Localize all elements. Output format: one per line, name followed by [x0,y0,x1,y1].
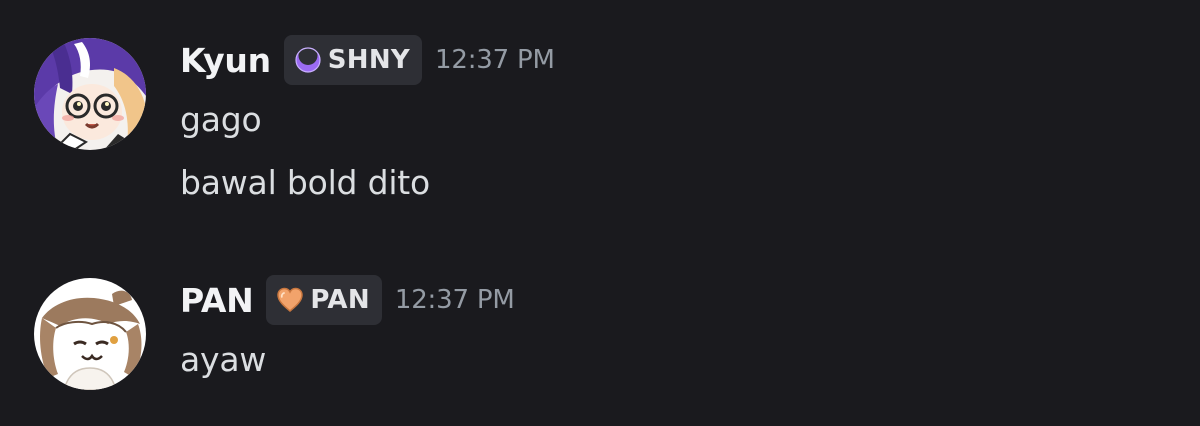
message-pan: PAN PAN 12:37 PM ayaw [0,240,1200,426]
avatar[interactable] [34,278,146,390]
server-tag[interactable]: SHNY [283,35,423,85]
message-header: PAN PAN 12:37 PM [180,274,515,326]
timestamp[interactable]: 12:37 PM [395,285,515,315]
message-text: ayaw [180,340,267,379]
avatar-image [34,278,146,390]
server-tag[interactable]: PAN [266,275,382,325]
server-tag-label: PAN [310,285,370,315]
message-header: Kyun SHNY 12:37 PM [180,34,555,86]
timestamp[interactable]: 12:37 PM [435,45,555,75]
avatar-image [34,38,146,150]
message-text: gago [180,100,262,139]
message-kyun: Kyun SHNY 12:37 PM gago bawal bold dito [0,0,1200,240]
orange-heart-icon [277,287,304,312]
message-text: bawal bold dito [180,163,431,202]
username[interactable]: PAN [180,281,254,320]
purple-crescent-icon [295,46,321,73]
server-tag-label: SHNY [327,45,411,75]
username[interactable]: Kyun [180,41,271,80]
avatar[interactable] [34,38,146,150]
